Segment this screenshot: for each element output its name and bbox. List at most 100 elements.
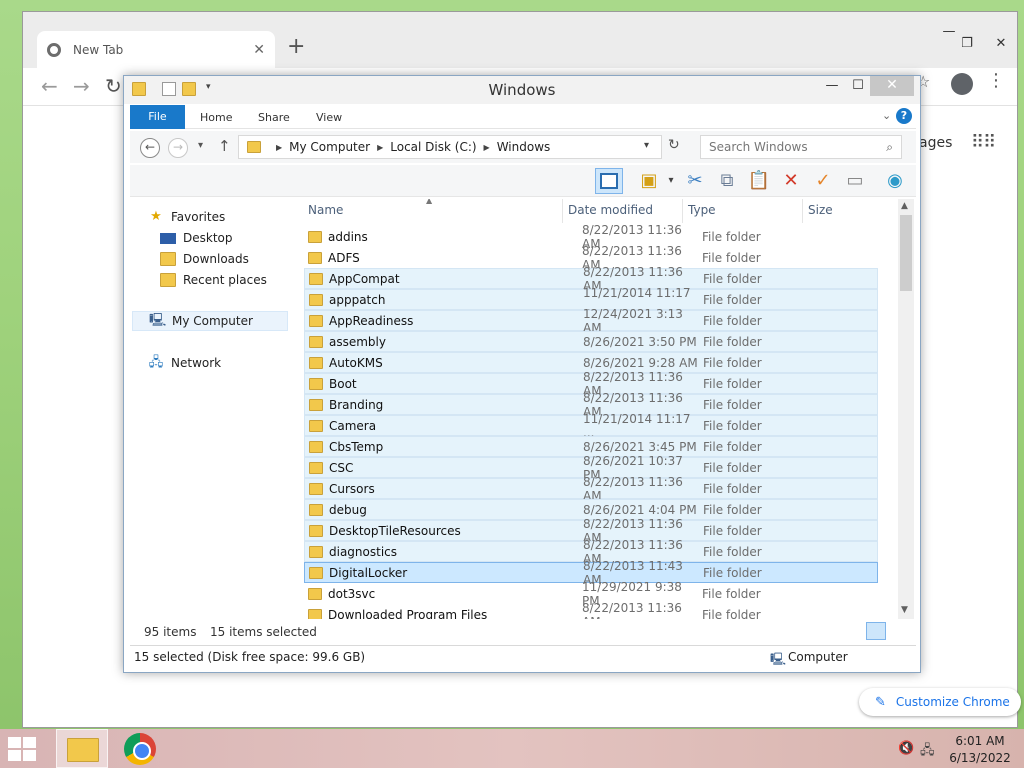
globe-icon[interactable]: ◉ [881,168,909,194]
column-divider[interactable] [802,199,803,223]
profile-icon[interactable] [951,73,973,95]
column-name[interactable]: Name [308,203,343,217]
file-date: 8/26/2021 3:45 PM [583,439,697,454]
folder-icon [309,356,323,369]
folder-icon [309,503,323,516]
column-size[interactable]: Size [808,203,833,217]
breadcrumb-local-disk[interactable]: Local Disk (C:) [390,140,476,154]
chrome-favicon-icon [47,42,61,57]
breadcrumb-separator-icon[interactable]: ▶ [484,143,490,152]
properties-window-icon[interactable]: ▭ [841,168,869,194]
scroll-up-icon[interactable]: ▲ [901,201,908,211]
file-name: Camera [329,418,377,433]
address-bar[interactable]: ▶ My Computer ▶ Local Disk (C:) ▶ Window… [238,135,662,159]
tab-file[interactable]: File [130,105,185,129]
chrome-restore-button[interactable]: ❐ [953,36,981,54]
preview-pane-button[interactable] [595,168,623,194]
file-list-scrollbar[interactable]: ▲ ▼ [898,199,914,619]
file-type: File folder [703,292,762,307]
file-type: File folder [703,460,762,475]
scroll-down-icon[interactable]: ▼ [901,605,908,615]
nav-downloads-label: Downloads [183,252,249,266]
recent-locations-chevron-icon[interactable]: ▾ [198,140,203,151]
table-row[interactable]: Downloaded Program Files 8/22/2013 11:36 … [304,601,878,620]
nav-recent-places[interactable]: Recent places [160,270,267,290]
rename-check-icon[interactable]: ✓ [809,168,837,194]
help-icon[interactable]: ? [896,108,912,124]
file-type: File folder [703,523,762,538]
clock-date[interactable]: 6/13/2022 [946,751,1014,765]
item-count: 95 items [144,625,197,639]
table-row[interactable]: assembly 8/26/2021 3:50 PM File folder [304,331,878,352]
customize-chrome-button[interactable]: ✎ Customize Chrome [859,688,1021,716]
table-row[interactable]: Camera 11/21/2014 11:17 ... File folder [304,412,878,440]
explorer-minimize-button[interactable]: — [820,78,844,96]
file-type: File folder [703,271,762,286]
column-divider[interactable] [682,199,683,223]
nav-favorites[interactable]: ★ Favorites [148,207,225,227]
nav-downloads[interactable]: Downloads [160,249,249,269]
new-tab-plus-icon[interactable]: + [287,34,305,59]
clock-time[interactable]: 6:01 AM [946,734,1014,748]
file-name: CbsTemp [329,439,384,454]
breadcrumb-separator-icon[interactable]: ▶ [276,143,282,152]
folder-icon [309,566,323,579]
kebab-menu-icon[interactable]: ⋮ [987,70,1005,91]
file-list: ▲ Name Date modified Type Size addins 8/2… [300,199,914,619]
file-explorer-taskbar-icon[interactable] [56,729,108,768]
column-date-modified[interactable]: Date modified [568,203,653,217]
paste-icon[interactable]: 📋 [745,168,773,194]
file-type: File folder [702,607,761,620]
back-icon[interactable]: ← [41,74,58,98]
chrome-close-button[interactable]: ✕ [987,36,1015,54]
explorer-back-icon[interactable]: ← [140,138,160,158]
chrome-tab[interactable]: New Tab ✕ [37,31,275,68]
cut-icon[interactable]: ✂ [681,168,709,194]
explorer-maximize-button[interactable]: ☐ [846,78,870,96]
column-divider[interactable] [562,199,563,223]
nav-desktop[interactable]: Desktop [160,228,233,248]
file-name: ADFS [328,250,360,265]
folder-icon [309,524,323,537]
chrome-titlebar: New Tab ✕ + — ❐ ✕ [23,12,1017,68]
file-name: Downloaded Program Files [328,607,488,620]
tab-home[interactable]: Home [200,105,232,129]
refresh-icon[interactable]: ↻ [668,137,680,153]
address-dropdown-icon[interactable]: ▾ [644,140,649,151]
table-row[interactable]: AppReadiness 12/24/2021 3:13 AM File folde… [304,307,878,335]
status-row: 95 items 15 items selected [130,622,916,642]
folder-icon [309,461,323,474]
table-row[interactable]: Cursors 8/22/2013 11:36 AM File folder [304,475,878,503]
breadcrumb-separator-icon[interactable]: ▶ [377,143,383,152]
large-icons-view-icon[interactable] [890,622,910,640]
delete-icon[interactable]: ✕ [777,168,805,194]
chrome-minimize-small-icon [947,12,975,30]
chrome-taskbar-icon[interactable] [114,729,166,768]
explorer-forward-icon[interactable]: → [168,138,188,158]
reload-icon[interactable]: ↻ [105,74,122,98]
images-link[interactable]: ages [919,135,952,151]
tab-view[interactable]: View [316,105,342,129]
apps-grid-icon[interactable]: ⠿⠿ [971,132,996,153]
forward-icon[interactable]: → [73,74,90,98]
ribbon-expand-chevron-icon[interactable]: ⌄ [882,109,891,122]
column-type[interactable]: Type [688,203,716,217]
details-view-icon[interactable] [866,622,886,640]
breadcrumb-my-computer[interactable]: My Computer [289,140,370,154]
nav-my-computer[interactable]: 🖳 My Computer [132,311,288,331]
breadcrumb-windows[interactable]: Windows [497,140,551,154]
scroll-thumb[interactable] [900,215,912,291]
search-input[interactable]: Search Windows ⌕ [700,135,902,159]
file-type: File folder [703,313,762,328]
up-level-icon[interactable]: ↑ [218,137,231,155]
network-tray-icon[interactable]: 🖧 [920,741,935,763]
nav-network[interactable]: 🖧 Network [148,353,221,373]
volume-muted-icon[interactable]: 🔇 [898,741,914,756]
tab-close-icon[interactable]: ✕ [253,42,265,58]
explorer-titlebar: ▾ Windows — ☐ ✕ [124,76,920,104]
file-type: File folder [702,586,761,601]
windows-start-icon[interactable] [8,737,38,761]
copy-icon[interactable]: ⧉ [713,168,741,194]
tab-share[interactable]: Share [258,105,290,129]
explorer-close-button[interactable]: ✕ [870,76,914,96]
